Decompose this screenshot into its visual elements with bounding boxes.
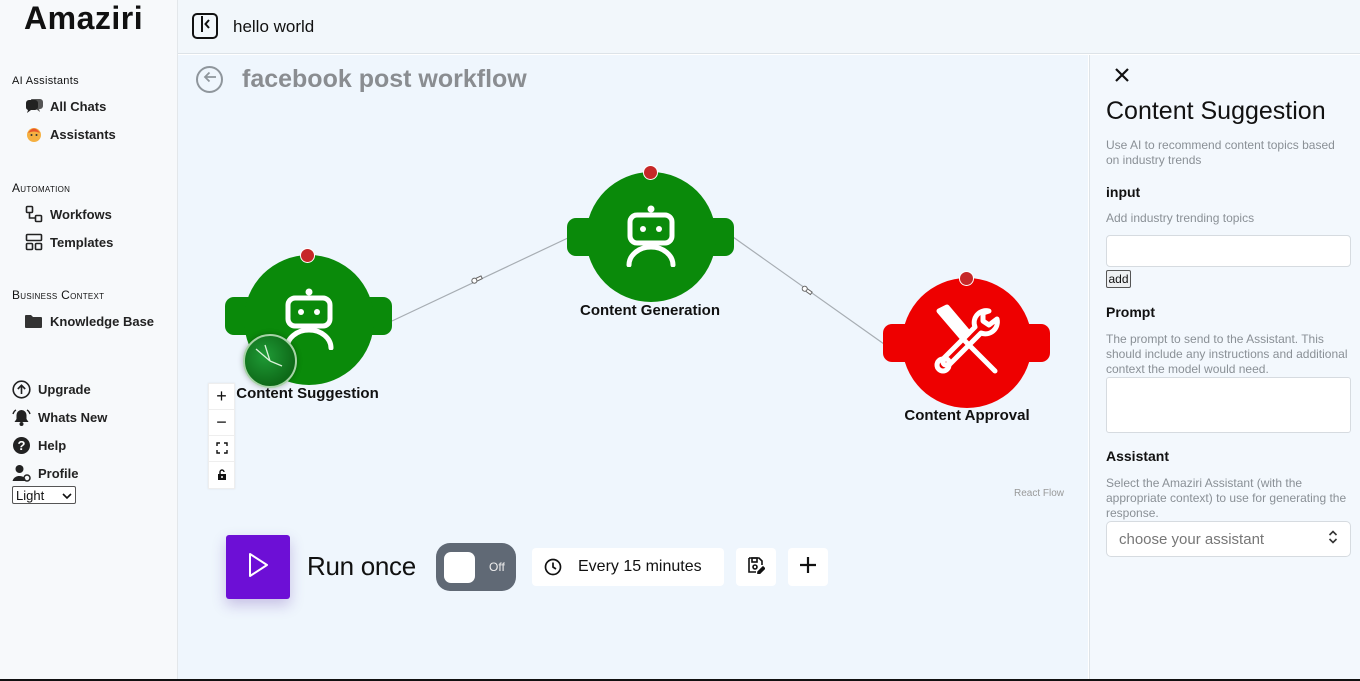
sidebar-item-assistants[interactable]: Assistants [24, 124, 116, 144]
input-field[interactable] [1106, 235, 1351, 267]
fit-view-button[interactable] [209, 436, 234, 462]
panel-title: Content Suggestion [1106, 97, 1326, 125]
sidebar-item-upgrade[interactable]: Upgrade [12, 379, 91, 399]
node-content-approval[interactable] [883, 271, 1050, 408]
sidebar-item-label: Templates [50, 234, 114, 250]
bell-icon [12, 408, 31, 427]
minus-icon: − [216, 412, 227, 432]
section-title-business-context: Business Context [12, 288, 105, 302]
close-icon [1115, 67, 1129, 87]
sidebar-item-label: Upgrade [38, 381, 91, 397]
node-settings-panel: Content Suggestion Use AI to recommend c… [1089, 55, 1360, 679]
theme-select[interactable]: Light [12, 486, 76, 504]
lock-icon [217, 465, 227, 486]
theme-select-value: Light [16, 487, 45, 503]
fit-view-icon [215, 438, 228, 459]
prompt-textarea[interactable] [1106, 377, 1351, 433]
prompt-label: Prompt [1106, 304, 1155, 320]
schedule-interval-label: Every 15 minutes [578, 558, 702, 575]
prompt-hint: The prompt to send to the Assistant. Thi… [1106, 332, 1348, 376]
help-icon: ? [12, 436, 31, 455]
lock-button[interactable] [209, 462, 234, 488]
sidebar-item-label: Help [38, 437, 67, 453]
node-status-dot [643, 165, 658, 180]
zoom-in-button[interactable]: + [209, 384, 234, 410]
input-label: input [1106, 184, 1141, 200]
upgrade-arrow-icon [12, 379, 31, 399]
collapse-sidebar-button[interactable] [192, 13, 218, 39]
flow-controls: + − [208, 383, 235, 489]
panel-description: Use AI to recommend content topics based… [1106, 138, 1335, 167]
sidebar-item-templates[interactable]: Templates [24, 232, 113, 252]
chat-bubbles-icon [24, 97, 43, 116]
section-title-automation: Automation [12, 181, 71, 195]
node-label-content-generation: Content Generation [579, 302, 720, 319]
node-status-dot [959, 271, 974, 286]
assistant-select[interactable]: choose your assistant [1106, 521, 1351, 557]
sidebar-item-knowledge-base[interactable]: Knowledge Base [24, 311, 154, 331]
node-body [902, 278, 1032, 408]
sidebar-item-whats-new[interactable]: Whats New [12, 407, 107, 427]
node-content-suggestion[interactable] [225, 248, 392, 388]
run-once-label: Run once [307, 551, 416, 581]
input-hint: Add industry trending topics [1106, 211, 1255, 225]
play-icon [245, 551, 271, 584]
node-loading-spinner [243, 334, 297, 388]
schedule-toggle[interactable]: Off [436, 543, 516, 591]
tools-icon [929, 303, 1005, 384]
react-flow-attribution[interactable]: React Flow [1014, 488, 1064, 499]
sidebar-item-label: Workfows [50, 206, 112, 222]
add-input-button[interactable]: add [1106, 270, 1131, 288]
edge-wrench-icon [471, 275, 483, 284]
node-status-dot [300, 248, 315, 263]
profile-icon [12, 464, 31, 483]
sidebar-item-label: All Chats [50, 98, 107, 114]
app-logo[interactable]: Amaziri [24, 0, 143, 37]
sidebar-item-label: Profile [38, 465, 79, 481]
edge-wrench-icon [801, 285, 813, 296]
sidebar-item-label: Knowledge Base [50, 313, 155, 329]
schedule-interval-button[interactable]: Every 15 minutes [532, 548, 724, 586]
sidebar-item-profile[interactable]: Profile [12, 463, 78, 483]
templates-icon [24, 233, 43, 252]
chat-title: hello world [233, 17, 315, 36]
assistant-avatar-icon [24, 125, 43, 144]
assistant-label: Assistant [1106, 448, 1170, 464]
toggle-knob [444, 552, 475, 583]
save-workflow-button[interactable] [736, 548, 776, 586]
svg-text:?: ? [18, 438, 26, 453]
section-title-ai-assistants: AI Assistants [12, 75, 79, 87]
toggle-state-label: Off [489, 560, 505, 574]
node-label-content-suggestion: Content Suggestion [236, 385, 379, 402]
assistant-hint: Select the Amaziri Assistant (with the a… [1106, 476, 1347, 520]
node-content-generation[interactable] [567, 165, 734, 302]
chevron-down-icon [62, 488, 72, 503]
robot-icon [621, 203, 681, 272]
save-edit-icon [747, 556, 766, 579]
sidebar-item-help[interactable]: ? Help [12, 435, 66, 455]
close-panel-button[interactable] [1112, 67, 1132, 87]
sidebar-item-all-chats[interactable]: All Chats [24, 96, 106, 116]
plus-icon: + [216, 386, 227, 406]
sidebar-item-label: Whats New [38, 409, 108, 425]
clock-icon [544, 558, 562, 576]
run-once-button[interactable] [226, 535, 290, 599]
workflow-icon [24, 205, 43, 224]
add-node-button[interactable] [788, 548, 828, 586]
folder-icon [24, 312, 43, 331]
panel-left-icon [196, 15, 214, 38]
sidebar: Amaziri AI Assistants All Chats Assistan… [0, 0, 178, 679]
workflow-canvas[interactable]: facebook post workflow Content Suggestio… [178, 55, 1088, 679]
node-body [586, 172, 716, 302]
top-bar: hello world [178, 0, 1360, 54]
assistant-select-placeholder: choose your assistant [1119, 530, 1265, 548]
node-label-content-approval: Content Approval [904, 407, 1030, 424]
zoom-out-button[interactable]: − [209, 410, 234, 436]
sidebar-item-workfows[interactable]: Workfows [24, 204, 112, 224]
sidebar-item-label: Assistants [50, 126, 116, 142]
plus-icon [799, 556, 817, 579]
chevron-up-down-icon [1328, 529, 1338, 550]
